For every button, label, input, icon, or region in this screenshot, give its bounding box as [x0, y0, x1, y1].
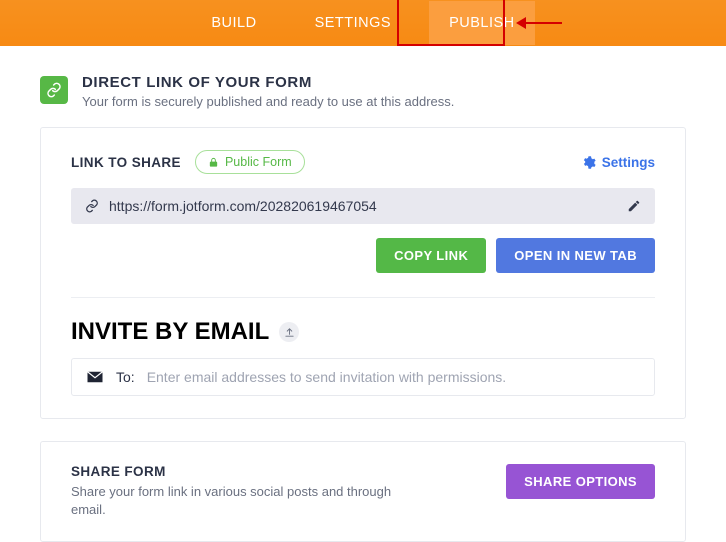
invite-heading: INVITE BY EMAIL — [71, 318, 269, 346]
tab-settings[interactable]: SETTINGS — [295, 1, 412, 45]
public-form-label: Public Form — [225, 155, 292, 169]
share-card: SHARE FORM Share your form link in vario… — [40, 441, 686, 542]
gear-icon — [581, 155, 596, 170]
top-nav: BUILD SETTINGS PUBLISH — [0, 0, 726, 46]
copy-link-button[interactable]: COPY LINK — [376, 238, 486, 273]
url-bar: https://form.jotform.com/202820619467054 — [71, 188, 655, 224]
share-options-button[interactable]: SHARE OPTIONS — [506, 464, 655, 499]
tab-build[interactable]: BUILD — [191, 1, 276, 45]
link-card: LINK TO SHARE Public Form Settings — [40, 127, 686, 419]
link-to-share-heading: LINK TO SHARE — [71, 155, 181, 170]
open-new-tab-button[interactable]: OPEN IN NEW TAB — [496, 238, 655, 273]
divider — [71, 297, 655, 298]
link-small-icon — [85, 199, 99, 213]
invite-box: To: — [71, 358, 655, 396]
edit-url-button[interactable] — [627, 199, 641, 213]
page-subtitle: Your form is securely published and read… — [82, 94, 454, 109]
upload-icon[interactable] — [279, 322, 299, 342]
settings-link[interactable]: Settings — [581, 155, 655, 170]
lock-icon — [208, 157, 219, 168]
settings-label: Settings — [602, 155, 655, 170]
to-label: To: — [116, 369, 135, 385]
invite-email-input[interactable] — [147, 369, 640, 385]
share-heading: SHARE FORM — [71, 464, 411, 479]
page-title: DIRECT LINK OF YOUR FORM — [82, 74, 454, 91]
share-subtitle: Share your form link in various social p… — [71, 483, 411, 519]
page-header: DIRECT LINK OF YOUR FORM Your form is se… — [40, 74, 686, 109]
annotation-arrow — [518, 22, 562, 24]
public-form-pill[interactable]: Public Form — [195, 150, 305, 174]
link-icon — [40, 76, 68, 104]
form-url: https://form.jotform.com/202820619467054 — [109, 198, 617, 214]
mail-icon — [86, 370, 104, 384]
